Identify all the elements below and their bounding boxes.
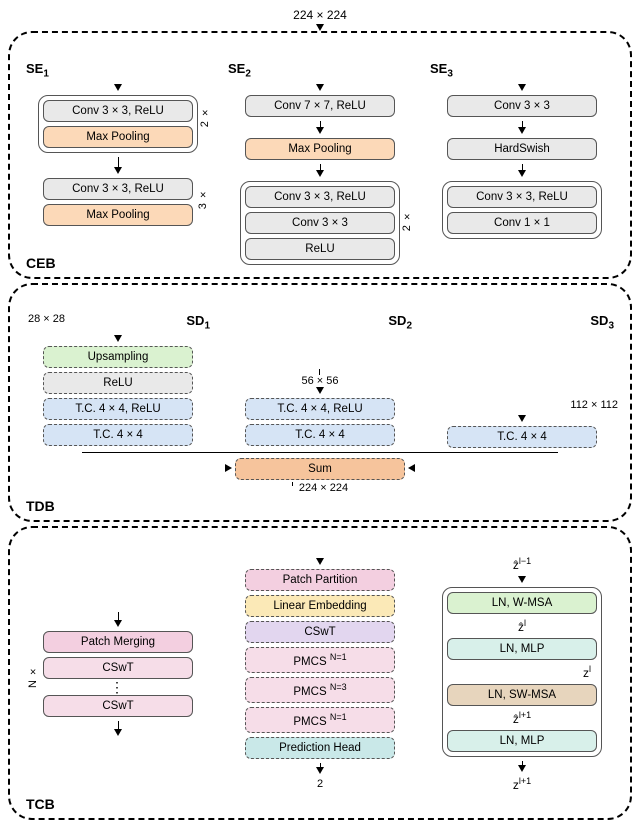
arrow-down-icon xyxy=(518,415,526,422)
sd3-column: SD3 112 × 112 T.C. 4 × 4 xyxy=(426,313,618,449)
vertical-dots-icon: ⋮ xyxy=(43,683,193,691)
cswt-expansion: ẑl−1 LN, W-MSA ẑl LN, MLP zl LN, SW-MSA … xyxy=(426,556,618,792)
sd2-title: SD2 xyxy=(388,313,412,332)
relu-block: ReLU xyxy=(245,238,395,260)
tcb-panel: N × Patch Merging CSwT ⋮ CSwT Patch Part… xyxy=(8,526,632,820)
z-label: zl xyxy=(583,664,591,680)
sd2-dim: 56 × 56 xyxy=(301,375,338,387)
arrow-down-icon xyxy=(518,761,526,772)
conv-block: Conv 3 × 3, ReLU xyxy=(447,186,597,208)
conv-block: Conv 7 × 7, ReLU xyxy=(245,95,395,117)
conv-block: Conv 1 × 1 xyxy=(447,212,597,234)
se1-column: SE1 2 × Conv 3 × 3, ReLU Max Pooling 3 ×… xyxy=(22,61,214,226)
sd3-dim: 112 × 112 xyxy=(570,399,618,411)
cswt-block: CSwT xyxy=(43,695,193,717)
se1-group2: 3 × Conv 3 × 3, ReLU Max Pooling xyxy=(43,178,193,226)
se3-group: Conv 3 × 3, ReLU Conv 1 × 1 xyxy=(442,181,602,239)
arrow-down-icon xyxy=(316,558,324,565)
ceb-label: CEB xyxy=(26,255,56,271)
cswt-block: CSwT xyxy=(43,657,193,679)
ln-swmsa-block: LN, SW-MSA xyxy=(447,684,597,706)
arrow-down-icon xyxy=(518,164,526,177)
patch-merging-block: Patch Merging xyxy=(43,631,193,653)
prediction-head-block: Prediction Head xyxy=(245,737,395,759)
sd2-column: SD2 56 × 56 T.C. 4 × 4, ReLU T.C. 4 × 4 xyxy=(224,313,416,447)
se3-column: SE3 Conv 3 × 3 HardSwish Conv 3 × 3, ReL… xyxy=(426,61,618,239)
tc-block: T.C. 4 × 4 xyxy=(447,426,597,448)
arrow-down-icon xyxy=(518,576,526,583)
cswt-block: CSwT xyxy=(245,621,395,643)
hardswish-block: HardSwish xyxy=(447,138,597,160)
ln-mlp-block: LN, MLP xyxy=(447,638,597,660)
tdb-panel: 28 × 28 SD1 Upsampling ReLU T.C. 4 × 4, … xyxy=(8,283,632,523)
tdb-label: TDB xyxy=(26,498,55,514)
se3-title: SE3 xyxy=(430,61,453,80)
tcb-label: TCB xyxy=(26,796,55,812)
arrow-right-icon xyxy=(225,464,232,472)
tdb-out-dim: 224 × 224 xyxy=(299,482,348,494)
input-dim: 224 × 224 xyxy=(8,8,632,22)
ln-wmsa-block: LN, W-MSA xyxy=(447,592,597,614)
se2-title: SE2 xyxy=(228,61,251,80)
maxpool-block: Max Pooling xyxy=(245,138,395,160)
pmcs-block: PMCS N=3 xyxy=(245,677,395,703)
arrow-down-icon xyxy=(114,612,122,627)
arrow-left-icon xyxy=(408,464,415,472)
patch-partition-block: Patch Partition xyxy=(245,569,395,591)
pmcs-expansion: N × Patch Merging CSwT ⋮ CSwT xyxy=(22,612,214,736)
conv-block: Conv 3 × 3 xyxy=(447,95,597,117)
multiplier-label: 2 × xyxy=(401,210,413,231)
se2-column: SE2 Conv 7 × 7, ReLU Max Pooling 2 × Con… xyxy=(224,61,416,265)
arrow-down-icon xyxy=(114,335,122,342)
tc-block: T.C. 4 × 4, ReLU xyxy=(43,398,193,420)
arrow-down-icon xyxy=(114,721,122,736)
se1-group1: 2 × Conv 3 × 3, ReLU Max Pooling xyxy=(38,95,198,153)
tc-block: T.C. 4 × 4 xyxy=(43,424,193,446)
arrow-down-icon xyxy=(114,157,122,174)
multiplier-label: 3 × xyxy=(197,188,209,209)
arrow-down-icon xyxy=(292,482,293,494)
arrow-down-icon xyxy=(316,121,324,134)
conv-block: Conv 3 × 3 xyxy=(245,212,395,234)
se1-title: SE1 xyxy=(26,61,49,80)
tc-block: T.C. 4 × 4 xyxy=(245,424,395,446)
se2-group: 2 × Conv 3 × 3, ReLU Conv 3 × 3 ReLU xyxy=(240,181,400,265)
ln-mlp-block: LN, MLP xyxy=(447,730,597,752)
conv-block: Conv 3 × 3, ReLU xyxy=(43,178,193,200)
arrow-down-icon xyxy=(316,84,324,91)
multiplier-label: 2 × xyxy=(199,106,211,127)
arrow-down-icon xyxy=(518,84,526,91)
pmcs-block: PMCS N=1 xyxy=(245,707,395,733)
sd1-in-dim: 28 × 28 xyxy=(28,313,65,332)
tc-block: T.C. 4 × 4, ReLU xyxy=(245,398,395,420)
z-label: zl+1 xyxy=(513,776,531,792)
sd1-column: 28 × 28 SD1 Upsampling ReLU T.C. 4 × 4, … xyxy=(22,313,214,447)
conv-block: Conv 3 × 3, ReLU xyxy=(245,186,395,208)
pmcs-block: PMCS N=1 xyxy=(245,647,395,673)
sum-block: Sum xyxy=(235,458,405,480)
maxpool-block: Max Pooling xyxy=(43,204,193,226)
linear-embedding-block: Linear Embedding xyxy=(245,595,395,617)
conv-block: Conv 3 × 3, ReLU xyxy=(43,100,193,122)
arrow-down-icon xyxy=(316,24,324,31)
tcb-output: 2 xyxy=(317,778,323,790)
multiplier-label: N × xyxy=(27,665,39,688)
upsampling-block: Upsampling xyxy=(43,346,193,368)
arrow-down-icon xyxy=(518,121,526,134)
arrow-down-icon xyxy=(316,164,324,177)
z-label: ẑl xyxy=(447,618,597,634)
sd3-title: SD3 xyxy=(590,313,614,332)
arrow-down-icon xyxy=(316,763,324,774)
maxpool-block: Max Pooling xyxy=(43,126,193,148)
z-label: ẑl−1 xyxy=(513,556,531,572)
sd1-title: SD1 xyxy=(186,313,210,332)
ceb-panel: SE1 2 × Conv 3 × 3, ReLU Max Pooling 3 ×… xyxy=(8,31,632,279)
z-label: ẑl+1 xyxy=(447,710,597,726)
relu-block: ReLU xyxy=(43,372,193,394)
arrow-down-icon: 56 × 56 xyxy=(301,369,338,394)
arrow-down-icon xyxy=(114,84,122,91)
tcb-main: Patch Partition Linear Embedding CSwT PM… xyxy=(224,558,416,789)
